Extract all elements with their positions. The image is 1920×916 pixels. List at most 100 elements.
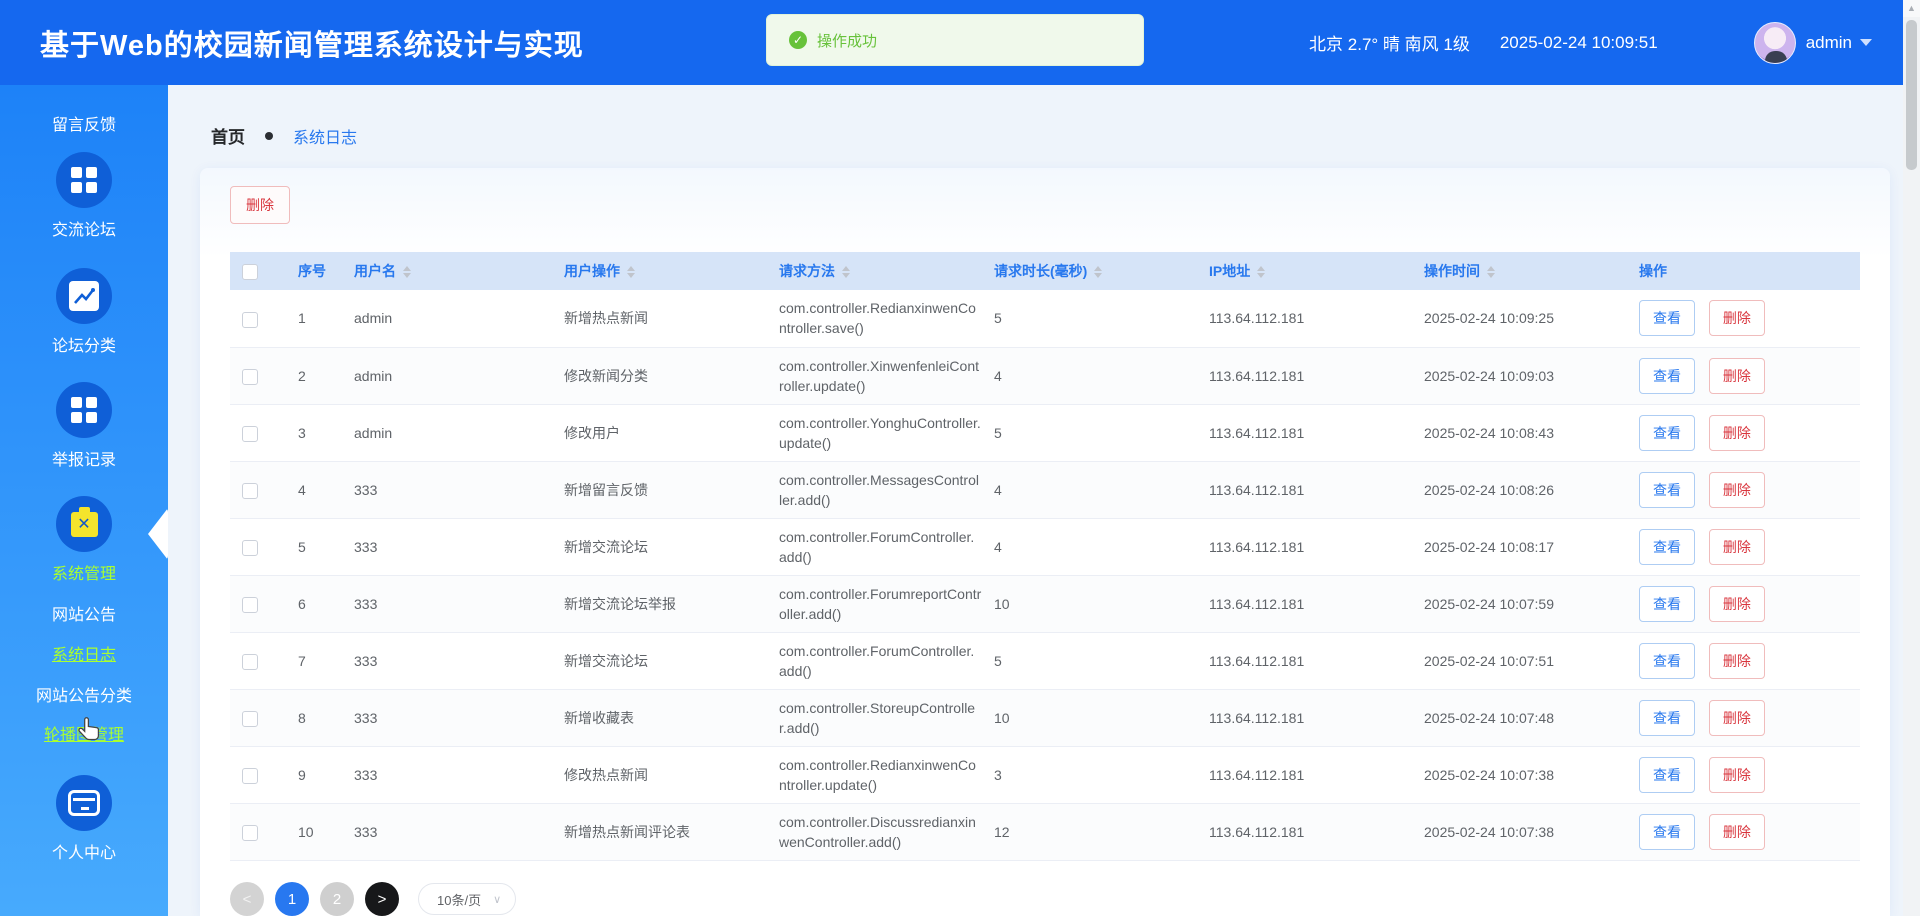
cell-checkbox [230, 803, 286, 860]
sidebar-item-announcement-category[interactable]: 网站公告分类 [0, 682, 168, 706]
view-button[interactable]: 查看 [1639, 358, 1695, 394]
sort-icon[interactable] [403, 266, 411, 278]
success-toast: ✓ 操作成功 [766, 14, 1144, 66]
page-size-value: 10条/页 [437, 890, 481, 909]
cell-method: com.controller.DiscussredianxinwenContro… [767, 803, 982, 860]
pagination-prev-button[interactable]: < [230, 882, 264, 916]
view-button[interactable]: 查看 [1639, 586, 1695, 622]
view-button[interactable]: 查看 [1639, 757, 1695, 793]
sort-icon[interactable] [1487, 266, 1495, 278]
cell-ip: 113.64.112.181 [1197, 632, 1412, 689]
row-checkbox[interactable] [242, 540, 258, 556]
avatar[interactable] [1754, 22, 1796, 64]
cell-checkbox [230, 689, 286, 746]
row-checkbox[interactable] [242, 768, 258, 784]
cell-duration: 3 [982, 746, 1197, 803]
cell-ip: 113.64.112.181 [1197, 746, 1412, 803]
sidebar-item-message-feedback[interactable]: 留言反馈 [0, 103, 168, 135]
row-checkbox[interactable] [242, 426, 258, 442]
caret-down-icon[interactable] [1860, 39, 1872, 46]
cell-actions: 查看 删除 [1627, 632, 1860, 689]
row-delete-button[interactable]: 删除 [1709, 472, 1765, 508]
cell-ip: 113.64.112.181 [1197, 461, 1412, 518]
row-delete-button[interactable]: 删除 [1709, 300, 1765, 336]
pagination-page-1[interactable]: 1 [275, 882, 309, 916]
column-time[interactable]: 操作时间 [1412, 252, 1627, 290]
cell-checkbox [230, 290, 286, 347]
sidebar-item-site-announcement[interactable]: 网站公告 [0, 601, 168, 625]
cell-operation: 新增热点新闻评论表 [552, 803, 767, 860]
view-button[interactable]: 查看 [1639, 415, 1695, 451]
view-button[interactable]: 查看 [1639, 472, 1695, 508]
breadcrumb-home[interactable]: 首页 [211, 123, 245, 148]
cell-seq: 5 [286, 518, 342, 575]
pagination-next-button[interactable]: > [365, 882, 399, 916]
grid-icon [56, 382, 112, 438]
sidebar-item-system-log[interactable]: 系统日志 [0, 641, 168, 665]
header-checkbox-cell [230, 252, 286, 290]
view-button[interactable]: 查看 [1639, 814, 1695, 850]
sidebar-item-system-management[interactable]: ✕ 系统管理 [0, 496, 168, 584]
sort-icon[interactable] [842, 266, 850, 278]
column-duration[interactable]: 请求时长(毫秒) [982, 252, 1197, 290]
view-button[interactable]: 查看 [1639, 700, 1695, 736]
row-delete-button[interactable]: 删除 [1709, 358, 1765, 394]
select-all-checkbox[interactable] [242, 264, 258, 280]
cell-time: 2025-02-24 10:09:25 [1412, 290, 1627, 347]
row-checkbox[interactable] [242, 483, 258, 499]
cell-username: admin [342, 347, 552, 404]
column-method[interactable]: 请求方法 [767, 252, 982, 290]
table-row: 4 333 新增留言反馈 com.controller.MessagesCont… [230, 461, 1860, 518]
cell-time: 2025-02-24 10:08:26 [1412, 461, 1627, 518]
column-ip[interactable]: IP地址 [1197, 252, 1412, 290]
sidebar-item-forum-category[interactable]: 论坛分类 [0, 268, 168, 356]
cell-operation: 新增热点新闻 [552, 290, 767, 347]
scroll-up-arrow-icon[interactable]: ▲ [1903, 0, 1920, 17]
row-delete-button[interactable]: 删除 [1709, 700, 1765, 736]
batch-delete-button[interactable]: 删除 [230, 186, 290, 224]
breadcrumb-current[interactable]: 系统日志 [293, 124, 357, 148]
cell-seq: 1 [286, 290, 342, 347]
cell-method: com.controller.StoreupController.add() [767, 689, 982, 746]
sidebar-item-label: 网站公告分类 [0, 682, 168, 706]
row-checkbox[interactable] [242, 312, 258, 328]
sidebar-item-report-record[interactable]: 举报记录 [0, 382, 168, 470]
row-checkbox[interactable] [242, 825, 258, 841]
cell-time: 2025-02-24 10:09:03 [1412, 347, 1627, 404]
sort-icon[interactable] [1257, 266, 1265, 278]
row-delete-button[interactable]: 删除 [1709, 814, 1765, 850]
column-seq[interactable]: 序号 [286, 252, 342, 290]
main-content: 首页 系统日志 删除 序号 用户名 用户操作 请求方法 请求时 [168, 85, 1920, 916]
page-size-select[interactable]: 10条/页 ∨ [418, 883, 516, 915]
column-username[interactable]: 用户名 [342, 252, 552, 290]
row-delete-button[interactable]: 删除 [1709, 415, 1765, 451]
page-scrollbar[interactable]: ▲ [1903, 0, 1920, 916]
toolbox-icon: ✕ [56, 496, 112, 552]
table-row: 10 333 新增热点新闻评论表 com.controller.Discussr… [230, 803, 1860, 860]
row-checkbox[interactable] [242, 711, 258, 727]
row-delete-button[interactable]: 删除 [1709, 757, 1765, 793]
view-button[interactable]: 查看 [1639, 300, 1695, 336]
cell-time: 2025-02-24 10:07:51 [1412, 632, 1627, 689]
cell-ip: 113.64.112.181 [1197, 404, 1412, 461]
cell-operation: 新增交流论坛 [552, 518, 767, 575]
cell-checkbox [230, 746, 286, 803]
pagination-page-2[interactable]: 2 [320, 882, 354, 916]
row-delete-button[interactable]: 删除 [1709, 586, 1765, 622]
sidebar-item-personal-center[interactable]: 个人中心 [0, 775, 168, 863]
scrollbar-thumb[interactable] [1906, 20, 1917, 170]
view-button[interactable]: 查看 [1639, 529, 1695, 565]
view-button[interactable]: 查看 [1639, 643, 1695, 679]
cell-duration: 10 [982, 575, 1197, 632]
row-checkbox[interactable] [242, 369, 258, 385]
row-delete-button[interactable]: 删除 [1709, 529, 1765, 565]
sort-icon[interactable] [627, 266, 635, 278]
row-checkbox[interactable] [242, 597, 258, 613]
sidebar-item-forum[interactable]: 交流论坛 [0, 152, 168, 240]
cell-actions: 查看 删除 [1627, 347, 1860, 404]
row-delete-button[interactable]: 删除 [1709, 643, 1765, 679]
row-checkbox[interactable] [242, 654, 258, 670]
column-operation[interactable]: 用户操作 [552, 252, 767, 290]
sort-icon[interactable] [1094, 266, 1102, 278]
username-label[interactable]: admin [1806, 33, 1852, 53]
